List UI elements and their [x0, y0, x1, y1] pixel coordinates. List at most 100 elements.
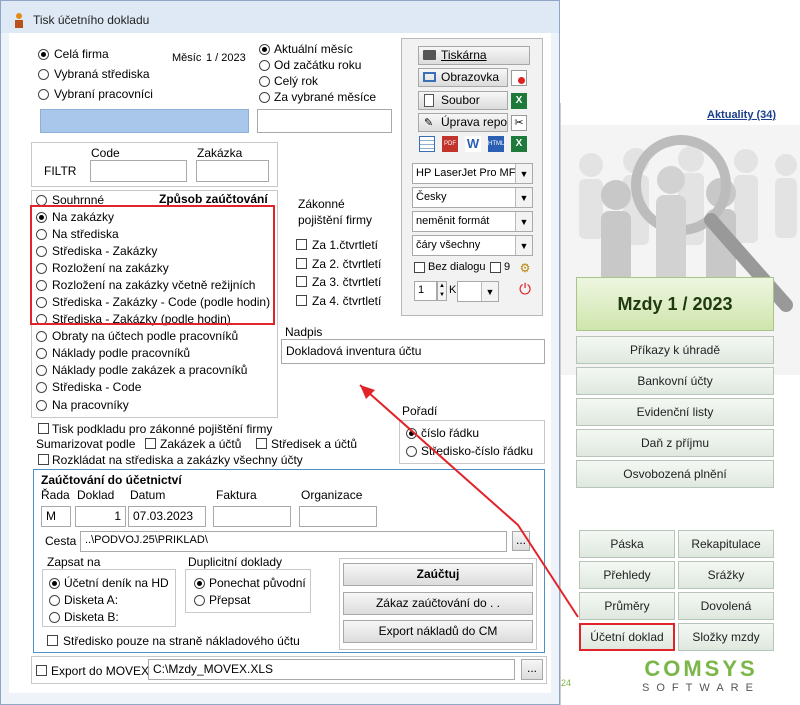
grid-overviews[interactable]: Přehledy	[579, 561, 675, 589]
scope-radio-centers[interactable]	[38, 69, 49, 80]
dup-radio-keep[interactable]	[194, 578, 205, 589]
menu-exempt-benefits[interactable]: Osvobozená plnění	[576, 460, 774, 488]
write-radio-b[interactable]	[49, 612, 60, 623]
sum-centers-checkbox[interactable]	[256, 438, 267, 449]
menu-payment-orders[interactable]: Příkazy k úhradě	[576, 336, 774, 364]
settings-icon[interactable]: ⚙	[517, 260, 533, 276]
selection-field[interactable]	[40, 109, 249, 133]
order-radio-row[interactable]	[406, 428, 417, 439]
date-input[interactable]: 07.03.2023	[128, 506, 206, 527]
k-select[interactable]: ▼	[457, 281, 499, 302]
export-path-input[interactable]: C:\Mzdy_MOVEX.XLS	[148, 659, 515, 680]
copies-input[interactable]: 1	[414, 281, 437, 301]
write-radio-a[interactable]	[49, 595, 60, 606]
split-label: Rozkládat na střediska a zakázky všechny…	[52, 453, 303, 467]
path-input[interactable]: ..\PODVOJ.25\PRIKLAD\	[80, 531, 507, 552]
news-link[interactable]: Aktuality (34)	[707, 109, 776, 121]
excel-icon[interactable]: X	[511, 93, 527, 109]
quarter-2-checkbox[interactable]	[296, 258, 307, 269]
method-radio[interactable]	[36, 365, 47, 376]
file-button[interactable]: Soubor	[418, 91, 508, 110]
series-input[interactable]: M	[41, 506, 71, 527]
scope-label-workers: Vybraní pracovníci	[54, 87, 153, 101]
write-radio-hd[interactable]	[49, 578, 60, 589]
format-select[interactable]: neměnit formát ▼	[412, 211, 533, 232]
grid-tape[interactable]: Páska	[579, 530, 675, 558]
printer-select-value: HP LaserJet Pro MFP	[416, 167, 523, 179]
grid-label: Účetní doklad	[590, 630, 664, 644]
copies-checkbox[interactable]	[490, 262, 501, 273]
scope-radio-workers[interactable]	[38, 89, 49, 100]
method-radio[interactable]	[36, 348, 47, 359]
export-costs-button[interactable]: Export nákladů do CM	[343, 620, 533, 643]
quarter-4-checkbox[interactable]	[296, 295, 307, 306]
heading-input[interactable]: Dokladová inventura účtu	[281, 339, 545, 364]
grid-wage-components[interactable]: Složky mzdy	[678, 623, 774, 651]
order-radio-center-row[interactable]	[406, 446, 417, 457]
excel-export-icon[interactable]: X	[511, 136, 527, 152]
export-browse-button[interactable]: ...	[521, 659, 543, 680]
menu-income-tax[interactable]: Daň z příjmu	[576, 429, 774, 457]
print-insurance-checkbox[interactable]	[38, 423, 49, 434]
post-button[interactable]: Zaúčtuj	[343, 563, 533, 586]
edit-report-button[interactable]: ✎ Úprava repor	[418, 113, 508, 132]
period-radio-selected[interactable]	[259, 92, 270, 103]
path-browse-button[interactable]: ...	[512, 531, 530, 551]
quarter-2-label: Za 2. čtvrtletí	[312, 257, 382, 271]
invoice-input[interactable]	[213, 506, 291, 527]
quarter-1-checkbox[interactable]	[296, 239, 307, 250]
mzdy-header: Mzdy 1 / 2023	[576, 277, 774, 331]
path-value: ..\PODVOJ.25\PRIKLAD\	[85, 534, 208, 546]
lines-select[interactable]: čáry všechny ▼	[412, 235, 533, 256]
chevron-down-icon: ▼	[481, 282, 498, 301]
pdf-icon[interactable]: PDF	[442, 136, 458, 152]
grid-vacation[interactable]: Dovolená	[678, 592, 774, 620]
order-filter-input[interactable]	[196, 160, 269, 182]
center-cost-checkbox[interactable]	[47, 635, 58, 646]
email-pdf-icon[interactable]	[511, 70, 527, 86]
printer-select[interactable]: HP LaserJet Pro MFP ▼	[412, 163, 533, 184]
dialog-client-area: Celá firma Vybraná střediska Vybraní pra…	[9, 33, 551, 693]
language-select[interactable]: Česky ▼	[412, 187, 533, 208]
sum-orders-checkbox[interactable]	[145, 438, 156, 449]
html-icon[interactable]: HTML	[488, 136, 504, 152]
dup-radio-overwrite[interactable]	[194, 595, 205, 606]
scope-radio-whole-firm[interactable]	[38, 49, 49, 60]
period-radio-year[interactable]	[259, 76, 270, 87]
selected-months-field[interactable]	[257, 109, 392, 133]
screen-button[interactable]: Obrazovka	[418, 68, 508, 87]
chevron-down-icon: ▼	[515, 212, 532, 231]
method-radio[interactable]	[36, 382, 47, 393]
print-accounting-document-dialog: Tisk účetního dokladu ⚙ Celá firma Vybra…	[0, 0, 560, 705]
menu-bank-accounts[interactable]: Bankovní účty	[576, 367, 774, 395]
power-icon[interactable]: ⏻	[517, 281, 533, 299]
disable-posting-button[interactable]: Zákaz zaúčtování do . .	[343, 592, 533, 615]
title-bar[interactable]: Tisk účetního dokladu	[1, 1, 559, 33]
tools-icon[interactable]: ✂	[511, 115, 527, 131]
doc-input[interactable]: 1	[75, 506, 126, 527]
word-icon[interactable]: W	[465, 136, 481, 152]
export-movex-checkbox[interactable]	[36, 665, 47, 676]
period-radio-current[interactable]	[259, 44, 270, 55]
code-filter-input[interactable]	[90, 160, 187, 182]
grid-averages[interactable]: Průměry	[579, 592, 675, 620]
split-checkbox[interactable]	[38, 454, 49, 465]
period-radio-ytd[interactable]	[259, 60, 270, 71]
method-title: Způsob zaúčtování	[159, 192, 268, 206]
copies-stepper[interactable]: ▲ ▼	[437, 281, 447, 301]
export-movex-label: Export do MOVEX	[51, 664, 150, 678]
org-input[interactable]	[299, 506, 377, 527]
grid-recap[interactable]: Rekapitulace	[678, 530, 774, 558]
menu-record-sheets[interactable]: Evidenční listy	[576, 398, 774, 426]
method-label: Střediska - Code	[52, 380, 142, 394]
no-dialog-checkbox[interactable]	[414, 262, 425, 273]
method-radio[interactable]	[36, 400, 47, 411]
method-radio[interactable]	[36, 331, 47, 342]
grid-deductions[interactable]: Srážky	[678, 561, 774, 589]
quarter-3-checkbox[interactable]	[296, 276, 307, 287]
grid-accounting-doc[interactable]: Účetní doklad	[579, 623, 675, 651]
path-label: Cesta	[45, 534, 77, 548]
printer-button[interactable]: Tiskárna	[418, 46, 530, 65]
grid-label: Páska	[610, 537, 644, 551]
table-icon[interactable]	[419, 136, 435, 152]
